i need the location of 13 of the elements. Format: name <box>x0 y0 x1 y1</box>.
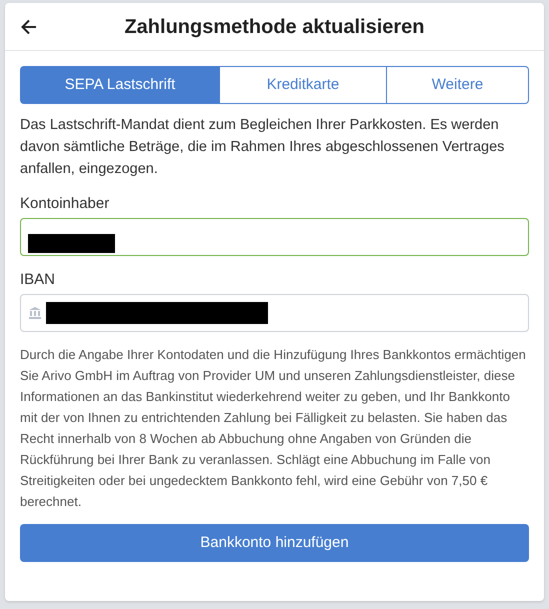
input-field[interactable] <box>20 294 529 332</box>
page-title: Zahlungsmethode aktualisieren <box>124 14 425 40</box>
payment-tab[interactable]: SEPA Lastschrift <box>20 66 220 104</box>
payment-tab[interactable]: Kreditkarte <box>220 66 387 104</box>
field-label: Kontoinhaber <box>20 194 110 214</box>
add-bank-account-button[interactable]: Bankkonto hinzufügen <box>20 524 529 562</box>
payment-tab[interactable]: Weitere <box>387 66 529 104</box>
bank-icon <box>28 306 42 320</box>
disclaimer-text: Durch die Angabe Ihrer Kontodaten und die Hinzufügung Ihres Bankkontos ermächtigen Sie Arivo GmbH im Auftrag von Provider UM und unseren Zahlungsdienstleister, diese Informationen an das Bankinstitut wiederkehrend weiter zu geben, und Ihr Bankkonto mit der von Ihnen zu entrichtenden Zahlung bei Fälligkeit zu belasten. Sie haben das Recht innerhalb von 8 Wochen ab Abbuchung ohne Angaben von Gründen die Rückführung bei Ihrer Bank zu veranlassen. Schlägt eine Abbuchung im Falle von Streitigkeiten oder bei ungedecktem Bankkonto fehl, wird eine Gebühr von 7,50 € berechnet. <box>20 346 527 511</box>
back-arrow-icon[interactable] <box>20 18 38 36</box>
field-label: IBAN <box>20 270 56 290</box>
intro-text: Das Lastschrift-Mandat dient zum Begleichen Ihrer Parkkosten. Es werden davon sämtliche Beträge, die im Rahmen Ihres abgeschlossenen Vertrages anfallen, eingezogen. <box>20 116 506 179</box>
input-field[interactable] <box>20 218 529 256</box>
